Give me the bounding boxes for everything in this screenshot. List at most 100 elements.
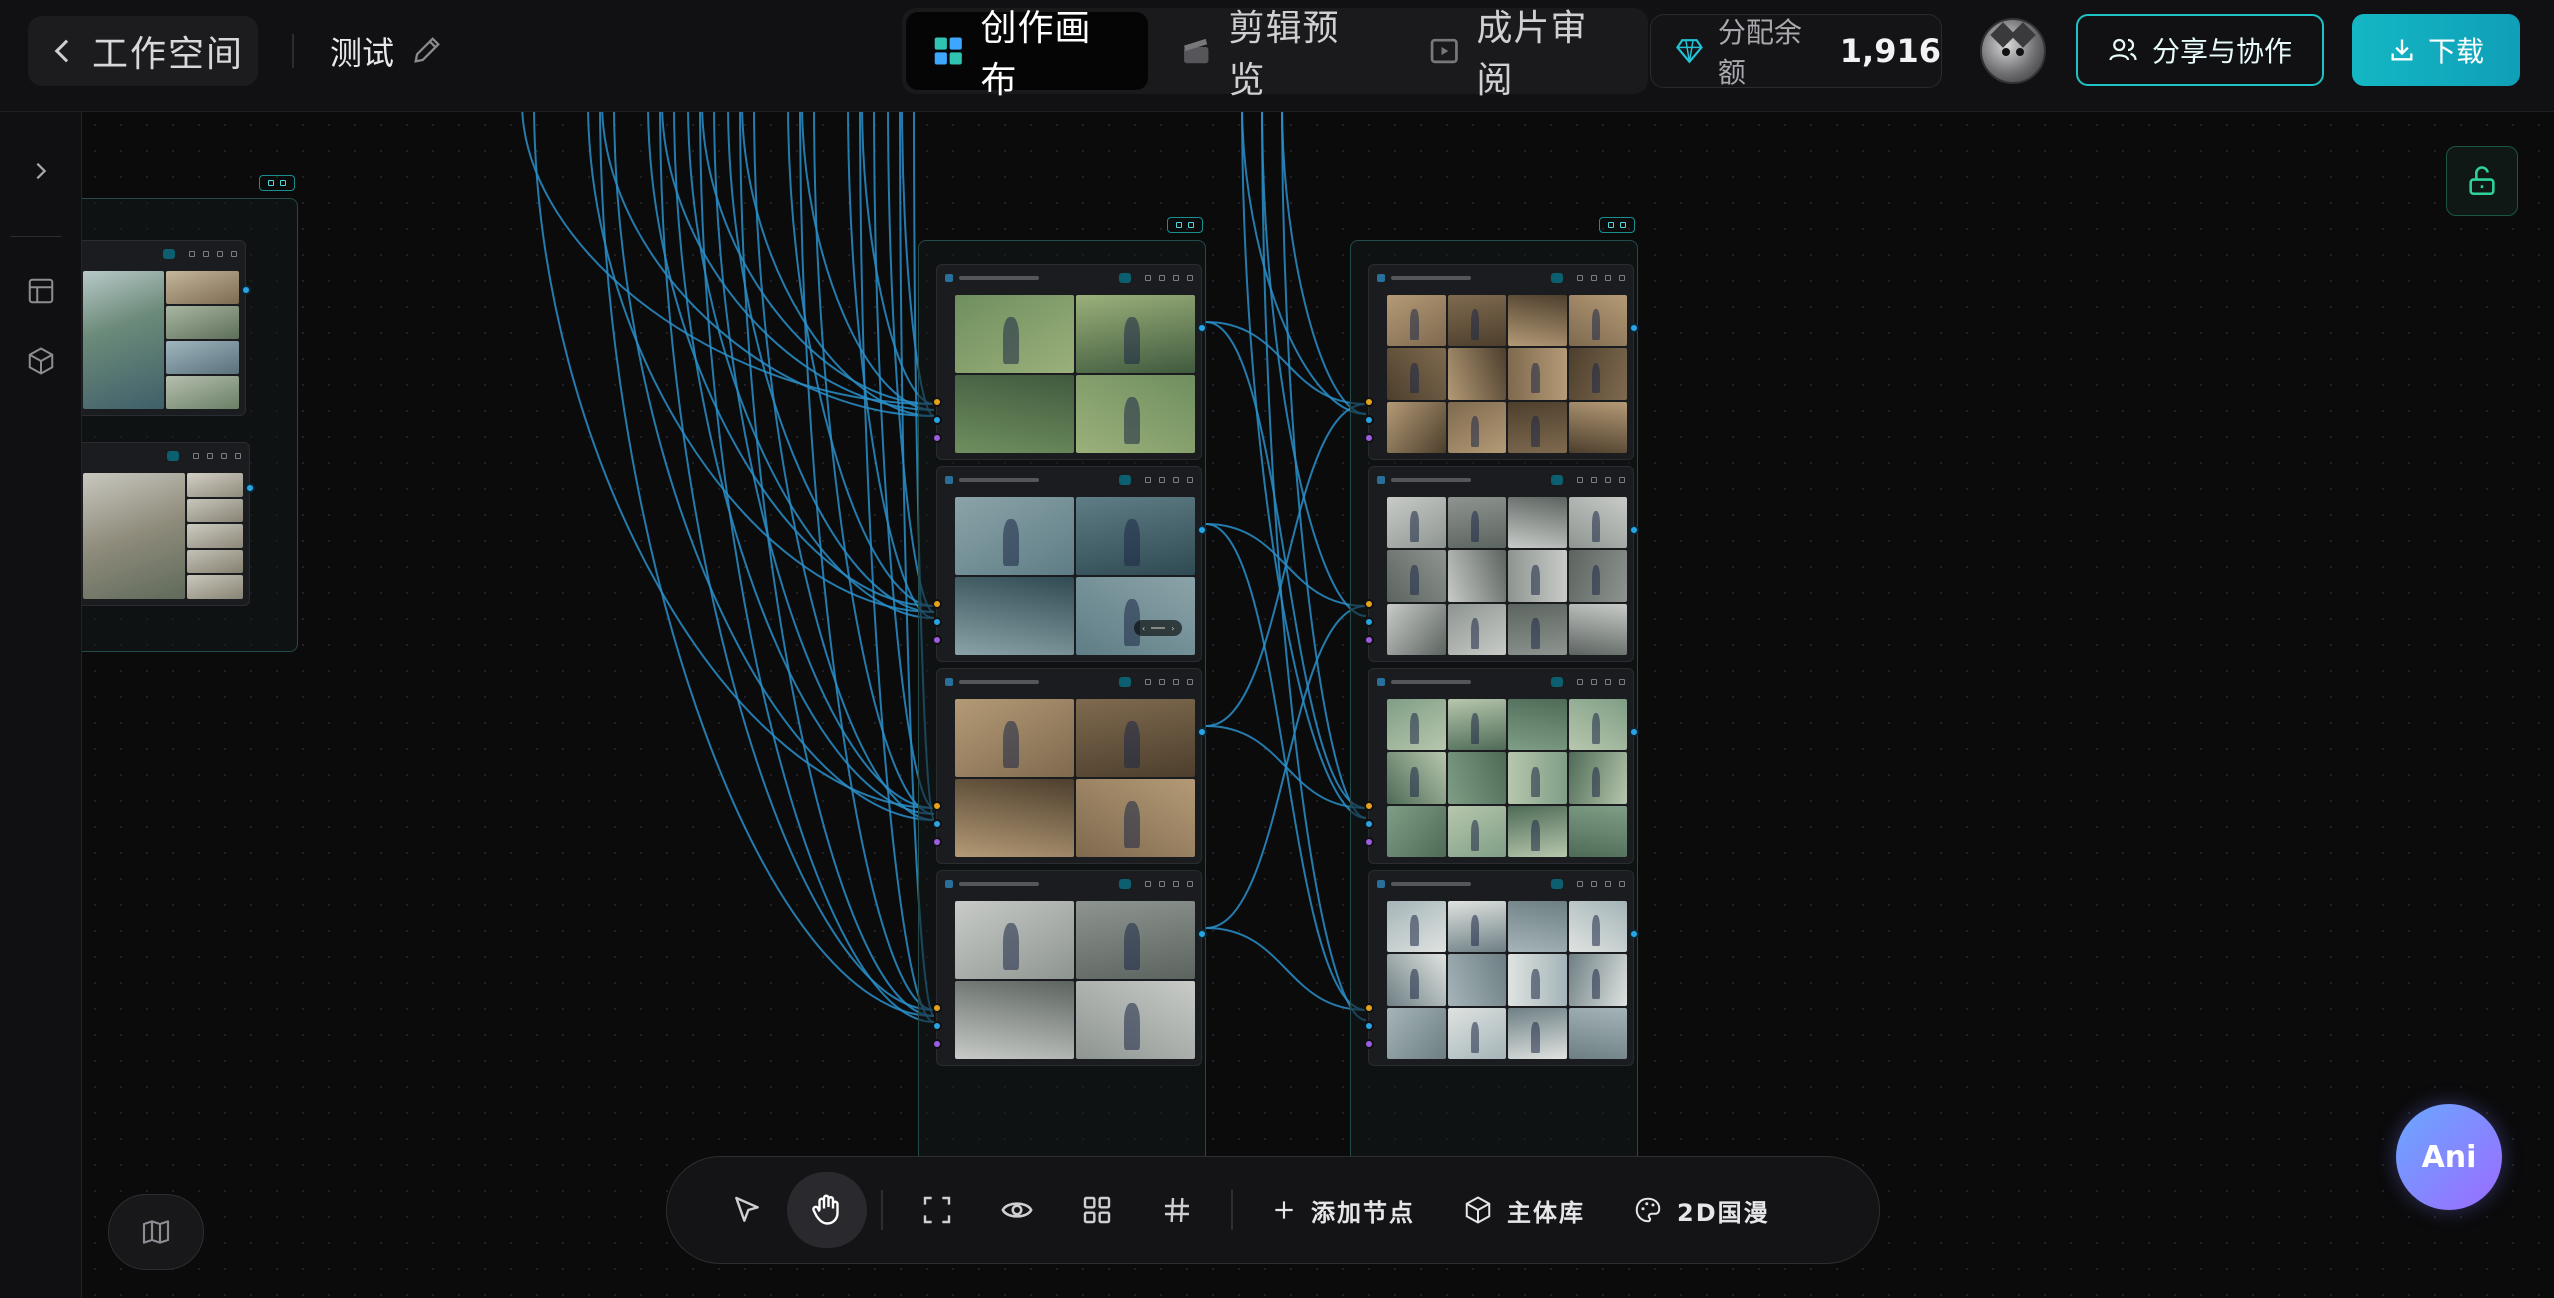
input-port[interactable] bbox=[932, 801, 942, 811]
input-port[interactable] bbox=[932, 617, 942, 627]
input-port[interactable] bbox=[1364, 837, 1374, 847]
creation-canvas[interactable]: ‹ › bbox=[82, 112, 2554, 1298]
input-port[interactable] bbox=[932, 397, 942, 407]
connection-wire bbox=[687, 112, 935, 619]
storyboard-panel bbox=[1568, 401, 1627, 453]
output-port[interactable] bbox=[1629, 323, 1639, 333]
add-node-button[interactable]: 添加节点 bbox=[1247, 1172, 1439, 1248]
storyboard-panel bbox=[1447, 295, 1506, 347]
scene-card[interactable] bbox=[1364, 264, 1639, 460]
input-port[interactable] bbox=[932, 819, 942, 829]
output-port[interactable] bbox=[241, 285, 251, 295]
input-port[interactable] bbox=[1364, 599, 1374, 609]
scene-card[interactable] bbox=[82, 240, 251, 416]
palette-icon bbox=[1635, 1197, 1661, 1223]
input-port[interactable] bbox=[932, 837, 942, 847]
input-port[interactable] bbox=[1364, 415, 1374, 425]
pointer-icon bbox=[735, 1196, 759, 1222]
subject-library-button[interactable]: 主体库 bbox=[1439, 1172, 1609, 1248]
storyboard-panel bbox=[1387, 348, 1446, 400]
balance-display: 分配余额 1,916 bbox=[1650, 14, 1942, 89]
share-collaborate-button[interactable]: 分享与协作 bbox=[2076, 14, 2324, 86]
input-port[interactable] bbox=[1364, 1039, 1374, 1049]
scene-card[interactable] bbox=[932, 264, 1207, 460]
grid-layout-button[interactable] bbox=[1057, 1172, 1137, 1248]
ani-assistant-button[interactable]: Ani bbox=[2396, 1104, 2502, 1210]
fit-view-button[interactable] bbox=[897, 1172, 977, 1248]
output-port[interactable] bbox=[1197, 727, 1207, 737]
input-port[interactable] bbox=[932, 599, 942, 609]
preview-toggle-button[interactable] bbox=[977, 1172, 1057, 1248]
storyboard-panel bbox=[1508, 752, 1567, 804]
chevron-left-icon bbox=[54, 39, 78, 63]
storyboard-panel bbox=[955, 699, 1074, 777]
output-port[interactable] bbox=[1197, 525, 1207, 535]
select-tool-button[interactable] bbox=[707, 1172, 787, 1248]
group-badge bbox=[1167, 217, 1203, 233]
storyboard-panel bbox=[955, 577, 1074, 655]
input-port[interactable] bbox=[932, 433, 942, 443]
input-port[interactable] bbox=[932, 635, 942, 645]
input-port[interactable] bbox=[1364, 397, 1374, 407]
canvas-lock-button[interactable] bbox=[2446, 146, 2518, 216]
storyboard-panel bbox=[1568, 954, 1627, 1006]
users-icon bbox=[2109, 38, 2137, 61]
scene-card[interactable] bbox=[1364, 668, 1639, 864]
input-port[interactable] bbox=[1364, 617, 1374, 627]
tab-final-review[interactable]: 成片审阅 bbox=[1402, 8, 1644, 101]
back-to-workspace-button[interactable]: 工作空间 bbox=[28, 16, 258, 86]
output-port[interactable] bbox=[245, 483, 255, 493]
add-node-label: 添加节点 bbox=[1311, 1198, 1415, 1227]
input-port[interactable] bbox=[932, 1039, 942, 1049]
minimap-toggle-button[interactable] bbox=[108, 1194, 204, 1270]
storyboard-panel bbox=[1447, 550, 1506, 602]
scene-card[interactable] bbox=[932, 870, 1207, 1066]
snap-grid-button[interactable] bbox=[1137, 1172, 1217, 1248]
input-port[interactable] bbox=[1364, 1021, 1374, 1031]
tab-edit-preview[interactable]: 剪辑预览 bbox=[1154, 8, 1396, 101]
style-selector-button[interactable]: 2D国漫 bbox=[1609, 1172, 1794, 1248]
storyboard-panel bbox=[83, 473, 185, 599]
input-port[interactable] bbox=[932, 1003, 942, 1013]
storyboard-panel bbox=[1508, 1007, 1567, 1059]
scene-card[interactable] bbox=[1364, 870, 1639, 1066]
storyboard-panel bbox=[1076, 375, 1195, 453]
output-port[interactable] bbox=[1197, 929, 1207, 939]
storyboard-panel bbox=[1447, 1007, 1506, 1059]
expand-sidebar-button[interactable] bbox=[16, 146, 66, 196]
input-port[interactable] bbox=[1364, 819, 1374, 829]
cube-icon bbox=[1465, 1196, 1491, 1224]
hand-tool-button[interactable] bbox=[787, 1172, 867, 1248]
storyboard-panel bbox=[1508, 401, 1567, 453]
tab-final-review-label: 成片审阅 bbox=[1476, 8, 1588, 101]
storyboard-panel bbox=[1387, 603, 1446, 655]
user-avatar[interactable] bbox=[1980, 18, 2046, 84]
diamond-icon bbox=[1676, 39, 1703, 64]
scene-card[interactable] bbox=[932, 668, 1207, 864]
clapper-icon bbox=[1184, 38, 1209, 64]
connection-wire bbox=[1205, 321, 1367, 405]
output-port[interactable] bbox=[1629, 525, 1639, 535]
panel-pager[interactable]: ‹ › bbox=[1134, 620, 1183, 636]
input-port[interactable] bbox=[1364, 635, 1374, 645]
output-port[interactable] bbox=[1197, 323, 1207, 333]
storyboard-panel bbox=[1387, 401, 1446, 453]
edit-pencil-icon[interactable] bbox=[410, 33, 444, 67]
download-button[interactable]: 下载 bbox=[2352, 14, 2520, 86]
layout-panel-button[interactable] bbox=[16, 266, 66, 316]
input-port[interactable] bbox=[1364, 433, 1374, 443]
output-port[interactable] bbox=[1629, 727, 1639, 737]
tab-creation-canvas[interactable]: 创作画布 bbox=[906, 8, 1148, 101]
chevron-right-icon bbox=[36, 162, 47, 180]
output-port[interactable] bbox=[1629, 929, 1639, 939]
input-port[interactable] bbox=[1364, 801, 1374, 811]
scene-card[interactable] bbox=[82, 442, 255, 606]
assets-panel-button[interactable] bbox=[16, 336, 66, 386]
storyboard-panel bbox=[1568, 1007, 1627, 1059]
input-port[interactable] bbox=[1364, 1003, 1374, 1013]
input-port[interactable] bbox=[932, 415, 942, 425]
storyboard-panel bbox=[1387, 497, 1446, 549]
input-port[interactable] bbox=[932, 1021, 942, 1031]
scene-card[interactable] bbox=[1364, 466, 1639, 662]
group-badge bbox=[259, 175, 295, 191]
